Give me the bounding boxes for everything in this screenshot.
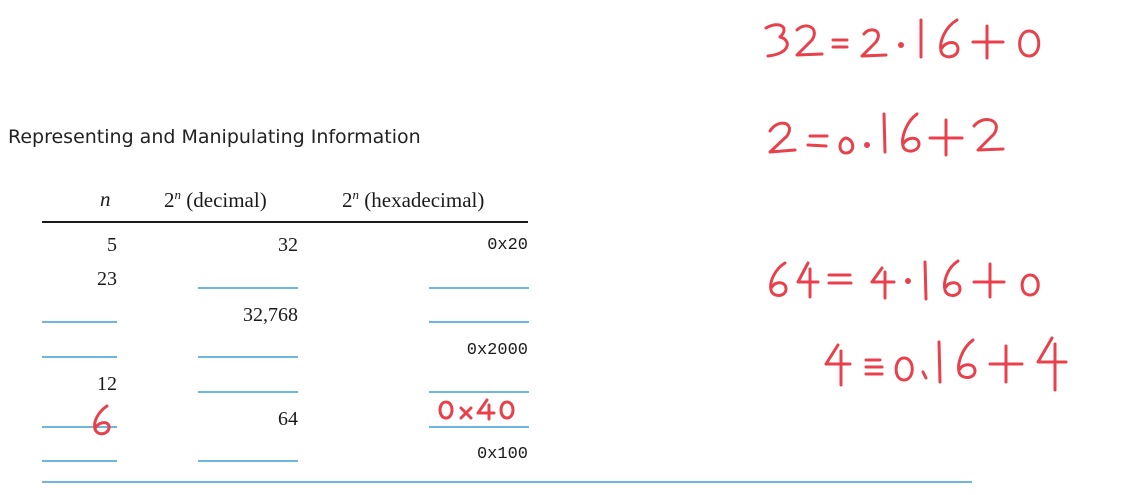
- handwritten-note-4: [824, 336, 1068, 392]
- handwritten-row6-hex: [438, 398, 515, 421]
- handwritten-note-3: [769, 259, 1040, 301]
- handwritten-row6-n: [93, 404, 111, 436]
- handwritten-note-1: [764, 18, 1041, 60]
- handwritten-note-2: [768, 112, 1005, 157]
- handwritten-annotations: [93, 18, 1068, 436]
